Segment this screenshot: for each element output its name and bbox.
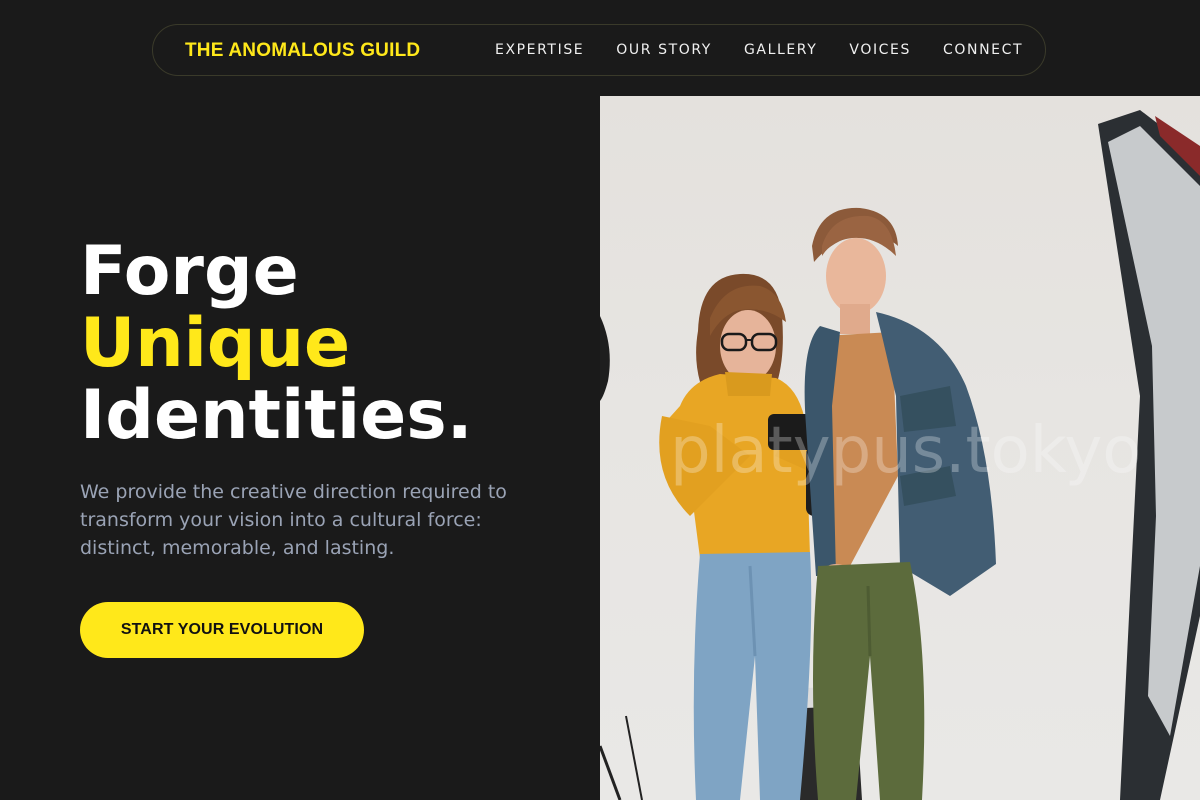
top-navigation: THE ANOMALOUS GUILD EXPERTISE OUR STORY … (152, 24, 1046, 76)
nav-link-voices[interactable]: VOICES (849, 42, 911, 58)
nav-links: EXPERTISE OUR STORY GALLERY VOICES CONNE… (495, 42, 1023, 58)
start-evolution-button[interactable]: START YOUR EVOLUTION (80, 602, 364, 658)
landing-page: THE ANOMALOUS GUILD EXPERTISE OUR STORY … (0, 0, 1200, 800)
nav-link-connect[interactable]: CONNECT (943, 42, 1023, 58)
brand-logo-link[interactable]: THE ANOMALOUS GUILD (185, 40, 420, 62)
nav-link-expertise[interactable]: EXPERTISE (495, 42, 584, 58)
hero-photo: platypus.tokyo (600, 96, 1200, 800)
hero-subtext: We provide the creative direction requir… (80, 481, 507, 559)
nav-link-gallery[interactable]: GALLERY (744, 42, 817, 58)
headline-line-3: Identities. (80, 376, 473, 455)
hero-headline: Forge Unique Identities. (80, 236, 473, 452)
nav-link-our-story[interactable]: OUR STORY (616, 42, 712, 58)
photo-illustration (600, 110, 1200, 800)
headline-line-2-accent: Unique (80, 304, 351, 383)
headline-line-1: Forge (80, 232, 299, 311)
